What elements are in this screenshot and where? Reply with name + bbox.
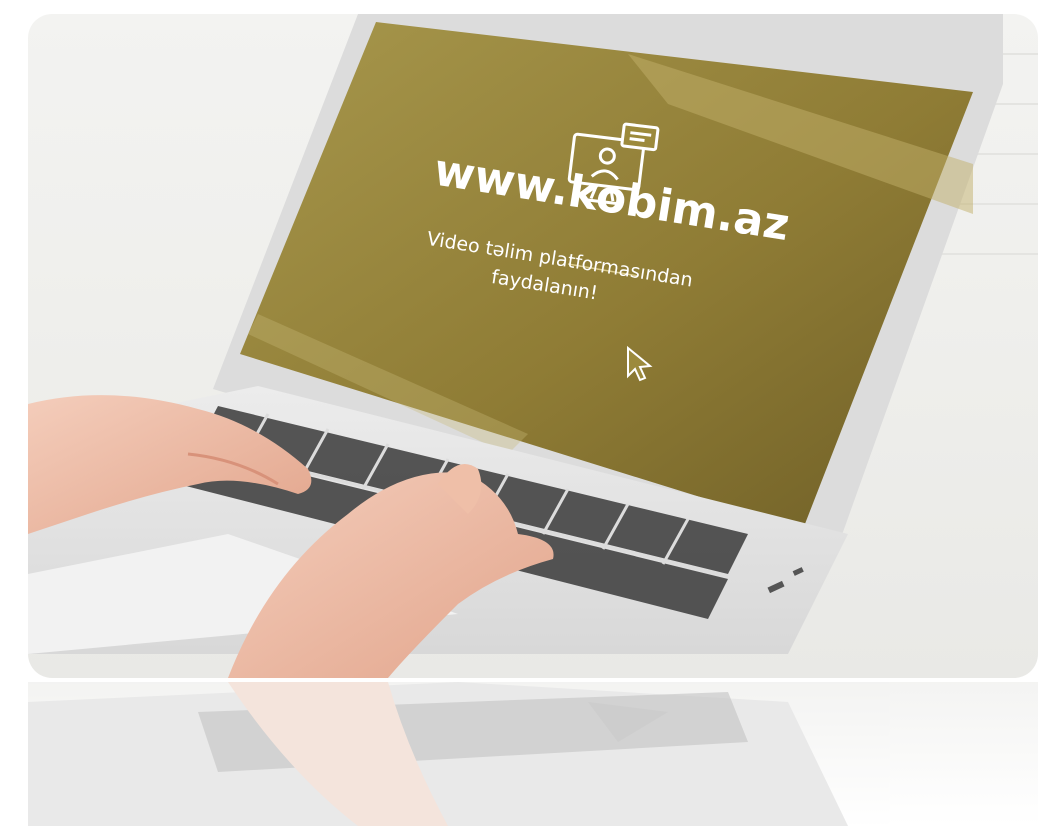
photo-reflection	[28, 682, 1038, 826]
laptop-scene: www.kobim.az Video təlim platformasından…	[28, 14, 1038, 678]
reflection-scene	[28, 682, 848, 826]
laptop-photo: www.kobim.az Video təlim platformasından…	[28, 14, 1038, 678]
